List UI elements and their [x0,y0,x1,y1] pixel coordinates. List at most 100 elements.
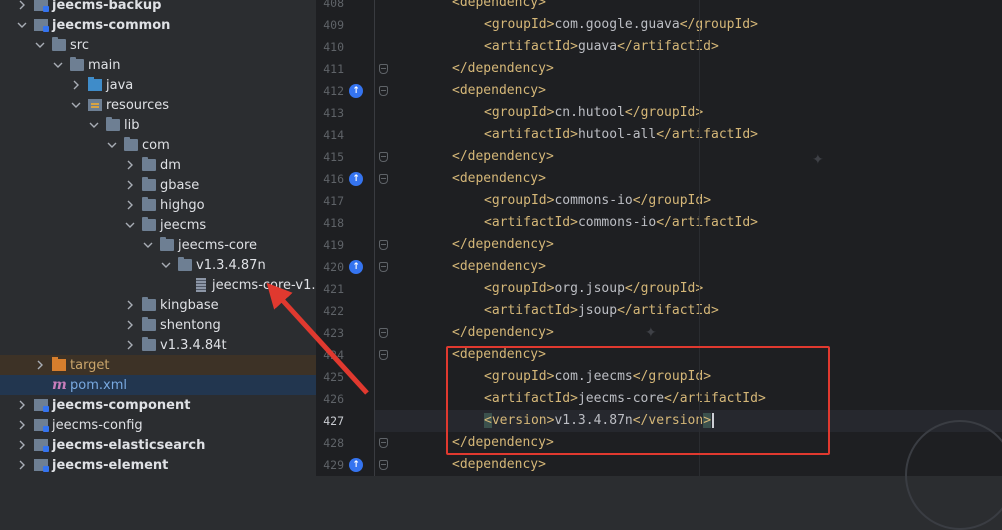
code-line[interactable]: <groupId>com.google.guava</groupId> [484,14,758,36]
tree-item[interactable]: jeecms-elasticsearch [0,435,316,455]
chevron-right-icon[interactable] [16,439,28,451]
chevron-right-icon[interactable] [16,399,28,411]
code-line[interactable]: <dependency> [452,454,546,476]
chevron-right-icon[interactable] [16,0,28,11]
code-line[interactable]: <dependency> [452,80,546,102]
target-folder-icon [52,357,66,371]
tree-item[interactable]: com [0,135,316,155]
code-line[interactable]: <dependency> [452,344,546,366]
xml-bracket: > [538,171,546,186]
chevron-right-icon[interactable] [70,79,82,91]
chevron-right-icon[interactable] [16,419,28,431]
code-line[interactable]: <version>v1.3.4.87n</version> [484,410,715,432]
maven-dependency-gutter-icon[interactable]: ↑ [349,260,363,274]
code-line[interactable]: <dependency> [452,256,546,278]
tree-item[interactable]: target [0,355,316,375]
fold-marker-icon[interactable] [379,86,388,96]
chevron-down-icon[interactable] [88,119,100,131]
chevron-right-icon[interactable] [124,179,136,191]
code-line[interactable]: <groupId>com.jeecms</groupId> [484,366,711,388]
project-tree-panel[interactable]: jeecms-backup jeecms-common src main java res… [0,0,316,476]
tree-item[interactable]: jeecms [0,215,316,235]
code-line[interactable]: <groupId>commons-io</groupId> [484,190,711,212]
code-line[interactable]: <dependency> [452,0,546,14]
code-line[interactable]: <groupId>org.jsoup</groupId> [484,278,703,300]
chevron-right-icon[interactable] [124,159,136,171]
xml-bracket: > [538,259,546,274]
fold-marker-icon[interactable] [379,328,388,338]
chevron-down-icon[interactable] [52,59,64,71]
chevron-right-icon[interactable] [34,359,46,371]
tree-item[interactable]: jeecms-config [0,415,316,435]
fold-marker-icon[interactable] [379,174,388,184]
tree-item[interactable]: jeecms-component [0,395,316,415]
tree-item[interactable]: v1.3.4.84t [0,335,316,355]
tree-item-label: pom.xml [70,377,127,393]
tree-item[interactable]: jeecms-core-v1.3. [0,275,316,295]
tree-item[interactable]: dm [0,155,316,175]
fold-marker-icon[interactable] [379,460,388,470]
tree-item[interactable]: resources [0,95,316,115]
code-editor[interactable]: 408 409 410 411 412 413 414 415 416 417 418 419 420 4… [316,0,1002,476]
chevron-down-icon[interactable] [160,259,172,271]
fold-marker-icon[interactable] [379,438,388,448]
xml-bracket: </ [656,215,672,230]
tree-item-label: java [106,77,134,93]
code-line[interactable]: <artifactId>jeecms-core</artifactId> [484,388,766,410]
xml-tag-name: artifactId [491,39,571,54]
xml-bracket: < [484,391,492,406]
chevron-right-icon[interactable] [16,459,28,471]
chevron-down-icon[interactable] [142,239,154,251]
maven-dependency-gutter-icon[interactable]: ↑ [349,172,363,186]
chevron-right-icon[interactable] [124,319,136,331]
chevron-down-icon[interactable] [16,19,28,31]
xml-bracket: </ [664,391,680,406]
tree-item[interactable]: java [0,75,316,95]
tree-item[interactable]: jeecms-common [0,15,316,35]
code-line[interactable]: </dependency> [452,58,554,80]
chevron-right-icon[interactable] [124,299,136,311]
tree-item[interactable]: lib [0,115,316,135]
chevron-right-icon[interactable] [124,339,136,351]
chevron-down-icon[interactable] [70,99,82,111]
xml-tag-name: dependency [459,171,539,186]
fold-marker-icon[interactable] [379,350,388,360]
xml-text-value: commons-io [554,193,633,208]
code-line[interactable]: <artifactId>jsoup</artifactId> [484,300,719,322]
chevron-down-icon[interactable] [34,39,46,51]
code-line[interactable]: <artifactId>commons-io</artifactId> [484,212,758,234]
tree-item[interactable]: jeecms-core [0,235,316,255]
fold-marker-icon[interactable] [379,240,388,250]
maven-dependency-gutter-icon[interactable]: ↑ [349,84,363,98]
code-line[interactable]: </dependency> [452,146,554,168]
fold-marker-icon[interactable] [379,262,388,272]
code-line[interactable]: </dependency> [452,322,554,344]
xml-tag-name: artifactId [491,391,571,406]
line-number: 413 [323,106,344,120]
xml-bracket: > [545,61,554,76]
tree-item[interactable]: gbase [0,175,316,195]
editor-gutter[interactable]: 408 409 410 411 412 413 414 415 416 417 418 419 420 4… [316,0,374,476]
xml-bracket: < [484,281,492,296]
tree-item[interactable]: main [0,55,316,75]
tree-item[interactable]: m pom.xml [0,375,316,395]
fold-marker-icon[interactable] [379,64,388,74]
code-line[interactable]: <groupId>cn.hutool</groupId> [484,102,703,124]
code-line[interactable]: <artifactId>guava</artifactId> [484,36,719,58]
code-line[interactable]: </dependency> [452,234,554,256]
tree-item[interactable]: kingbase [0,295,316,315]
chevron-down-icon[interactable] [106,139,118,151]
tree-item[interactable]: highgo [0,195,316,215]
tree-item[interactable]: src [0,35,316,55]
tree-item[interactable]: shentong [0,315,316,335]
tree-item[interactable]: jeecms-element [0,455,316,475]
code-line[interactable]: <artifactId>hutool-all</artifactId> [484,124,758,146]
chevron-down-icon[interactable] [124,219,136,231]
code-line[interactable]: <dependency> [452,168,546,190]
chevron-right-icon[interactable] [124,199,136,211]
code-line[interactable]: </dependency> [452,432,554,454]
fold-marker-icon[interactable] [379,152,388,162]
tree-item[interactable]: jeecms-backup [0,0,316,15]
maven-dependency-gutter-icon[interactable]: ↑ [349,458,363,472]
tree-item[interactable]: v1.3.4.87n [0,255,316,275]
